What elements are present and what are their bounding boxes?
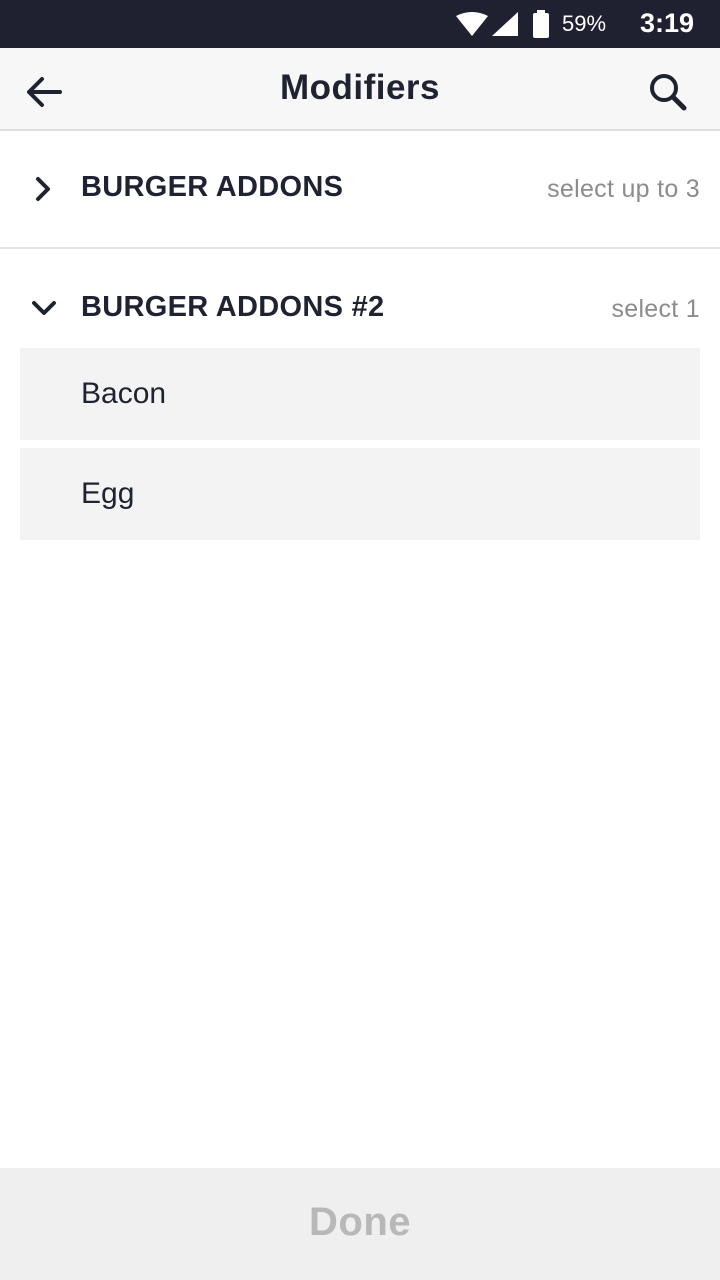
search-icon[interactable] <box>644 68 692 116</box>
divider <box>0 247 720 249</box>
wifi-icon <box>456 12 488 36</box>
status-bar: 59% 3:19 <box>0 0 720 48</box>
done-button[interactable]: Done <box>0 1168 720 1280</box>
clock: 3:19 <box>640 8 695 38</box>
modifier-option-egg[interactable]: Egg <box>20 448 700 540</box>
page-title: Modifiers <box>279 68 441 107</box>
app-bar: Modifiers <box>0 48 720 131</box>
group-selection-rule: select 1 <box>611 295 700 323</box>
signal-icon <box>492 12 518 36</box>
option-label: Bacon <box>81 377 167 410</box>
chevron-down-icon <box>32 301 56 315</box>
option-label: Egg <box>81 477 135 510</box>
group-name: BURGER ADDONS #2 <box>81 291 385 323</box>
modifier-group-burger-addons[interactable]: BURGER ADDONS select up to 3 <box>0 140 720 230</box>
battery-icon <box>533 10 549 38</box>
modifier-group-burger-addons-2[interactable]: BURGER ADDONS #2 select 1 <box>0 262 720 352</box>
modifier-option-bacon[interactable]: Bacon <box>20 348 700 440</box>
chevron-right-icon <box>36 177 50 201</box>
group-name: BURGER ADDONS <box>81 171 344 203</box>
group-selection-rule: select up to 3 <box>547 175 700 203</box>
done-label: Done <box>309 1200 411 1244</box>
battery-percent: 59% <box>562 11 607 36</box>
